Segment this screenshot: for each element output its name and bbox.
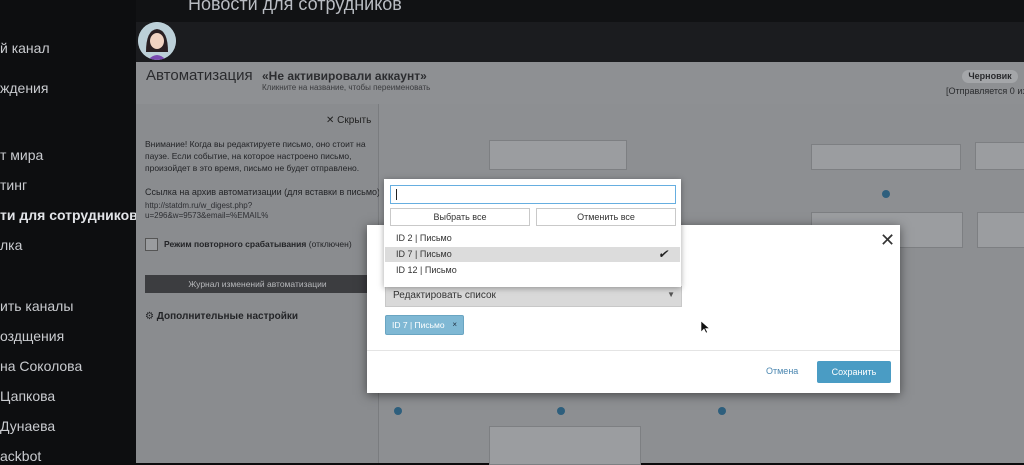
add-step-icon[interactable] (394, 407, 402, 415)
automation-name[interactable]: «Не активировали аккаунт» (262, 69, 427, 83)
select-all-button[interactable]: Выбрать все (390, 208, 530, 226)
add-step-icon[interactable] (718, 407, 726, 415)
flow-node[interactable] (975, 142, 1024, 170)
page-title: Автоматизация (146, 67, 253, 84)
text-caret (396, 189, 397, 200)
add-step-icon[interactable] (882, 190, 890, 198)
advanced-settings-toggle[interactable]: ⚙ Дополнительные настройки (145, 311, 298, 322)
status-badge: Черновик (962, 70, 1018, 83)
selected-tag: ID 7 | Письмо × (385, 315, 464, 335)
save-button[interactable]: Сохранить (817, 361, 891, 383)
repeat-mode-checkbox[interactable] (145, 238, 158, 251)
add-step-icon[interactable] (557, 407, 565, 415)
dropdown-option-selected[interactable]: ID 7 | Письмо ✔ (385, 247, 680, 262)
flow-node[interactable] (489, 140, 627, 170)
status-text: [Отправляется 0 из (946, 86, 1024, 96)
flow-node[interactable] (811, 144, 961, 170)
flow-node[interactable] (977, 212, 1024, 248)
left-nav: й канал ждения т мира тинг ти для сотруд… (0, 0, 138, 464)
change-log-button[interactable]: Журнал изменений автоматизации (145, 275, 370, 293)
repeat-mode-label: Режим повторного срабатывания (отключен) (164, 239, 352, 249)
top-bar: Новости для сотрудников (136, 0, 1024, 22)
rename-hint: Кликните на название, чтобы переименоват… (262, 83, 431, 92)
avatar[interactable] (138, 22, 176, 60)
nav-item[interactable]: оздщения (0, 328, 64, 344)
user-bar (136, 22, 1024, 62)
dropdown-option[interactable]: ID 2 | Письмо (385, 231, 680, 246)
checkmark-icon: ✔ (657, 247, 668, 261)
hide-panel-button[interactable]: ✕ Скрыть (326, 115, 371, 126)
dropdown-search-input[interactable] (390, 185, 676, 204)
nav-item[interactable]: ить каналы (0, 298, 73, 314)
nav-item[interactable]: й канал (0, 40, 50, 56)
nav-item[interactable]: т мира (0, 147, 43, 163)
archive-link-label: Ссылка на архив автоматизации (для встав… (145, 187, 383, 197)
nav-item[interactable]: Цапкова (0, 388, 55, 404)
gear-icon: ⚙ (145, 311, 157, 322)
modal-divider (367, 350, 900, 351)
cancel-button[interactable]: Отмена (766, 366, 798, 376)
dropdown-option[interactable]: ID 12 | Письмо (385, 263, 680, 278)
edit-warning: Внимание! Когда вы редактируете письмо, … (145, 139, 366, 173)
archive-link[interactable]: http://statdm.ru/w_digest.php?u=296&w=95… (145, 201, 345, 221)
nav-item[interactable]: ждения (0, 80, 48, 96)
close-icon: ✕ (326, 115, 338, 126)
nav-item-active[interactable]: ти для сотрудников (0, 207, 138, 223)
close-icon[interactable]: ✕ (880, 231, 895, 249)
nav-item[interactable]: Дунаева (0, 418, 55, 434)
nav-item[interactable]: на Соколова (0, 358, 82, 374)
remove-tag-icon[interactable]: × (452, 316, 457, 334)
nav-item[interactable]: тинг (0, 177, 27, 193)
channel-title[interactable]: Новости для сотрудников (188, 0, 402, 15)
nav-item[interactable]: лка (0, 237, 22, 253)
letters-select[interactable]: Редактировать список ▼ (385, 286, 682, 307)
nav-item[interactable]: ackbot (0, 448, 41, 464)
deselect-all-button[interactable]: Отменить все (536, 208, 676, 226)
flow-node[interactable] (489, 426, 641, 465)
chevron-down-icon: ▼ (667, 290, 675, 299)
